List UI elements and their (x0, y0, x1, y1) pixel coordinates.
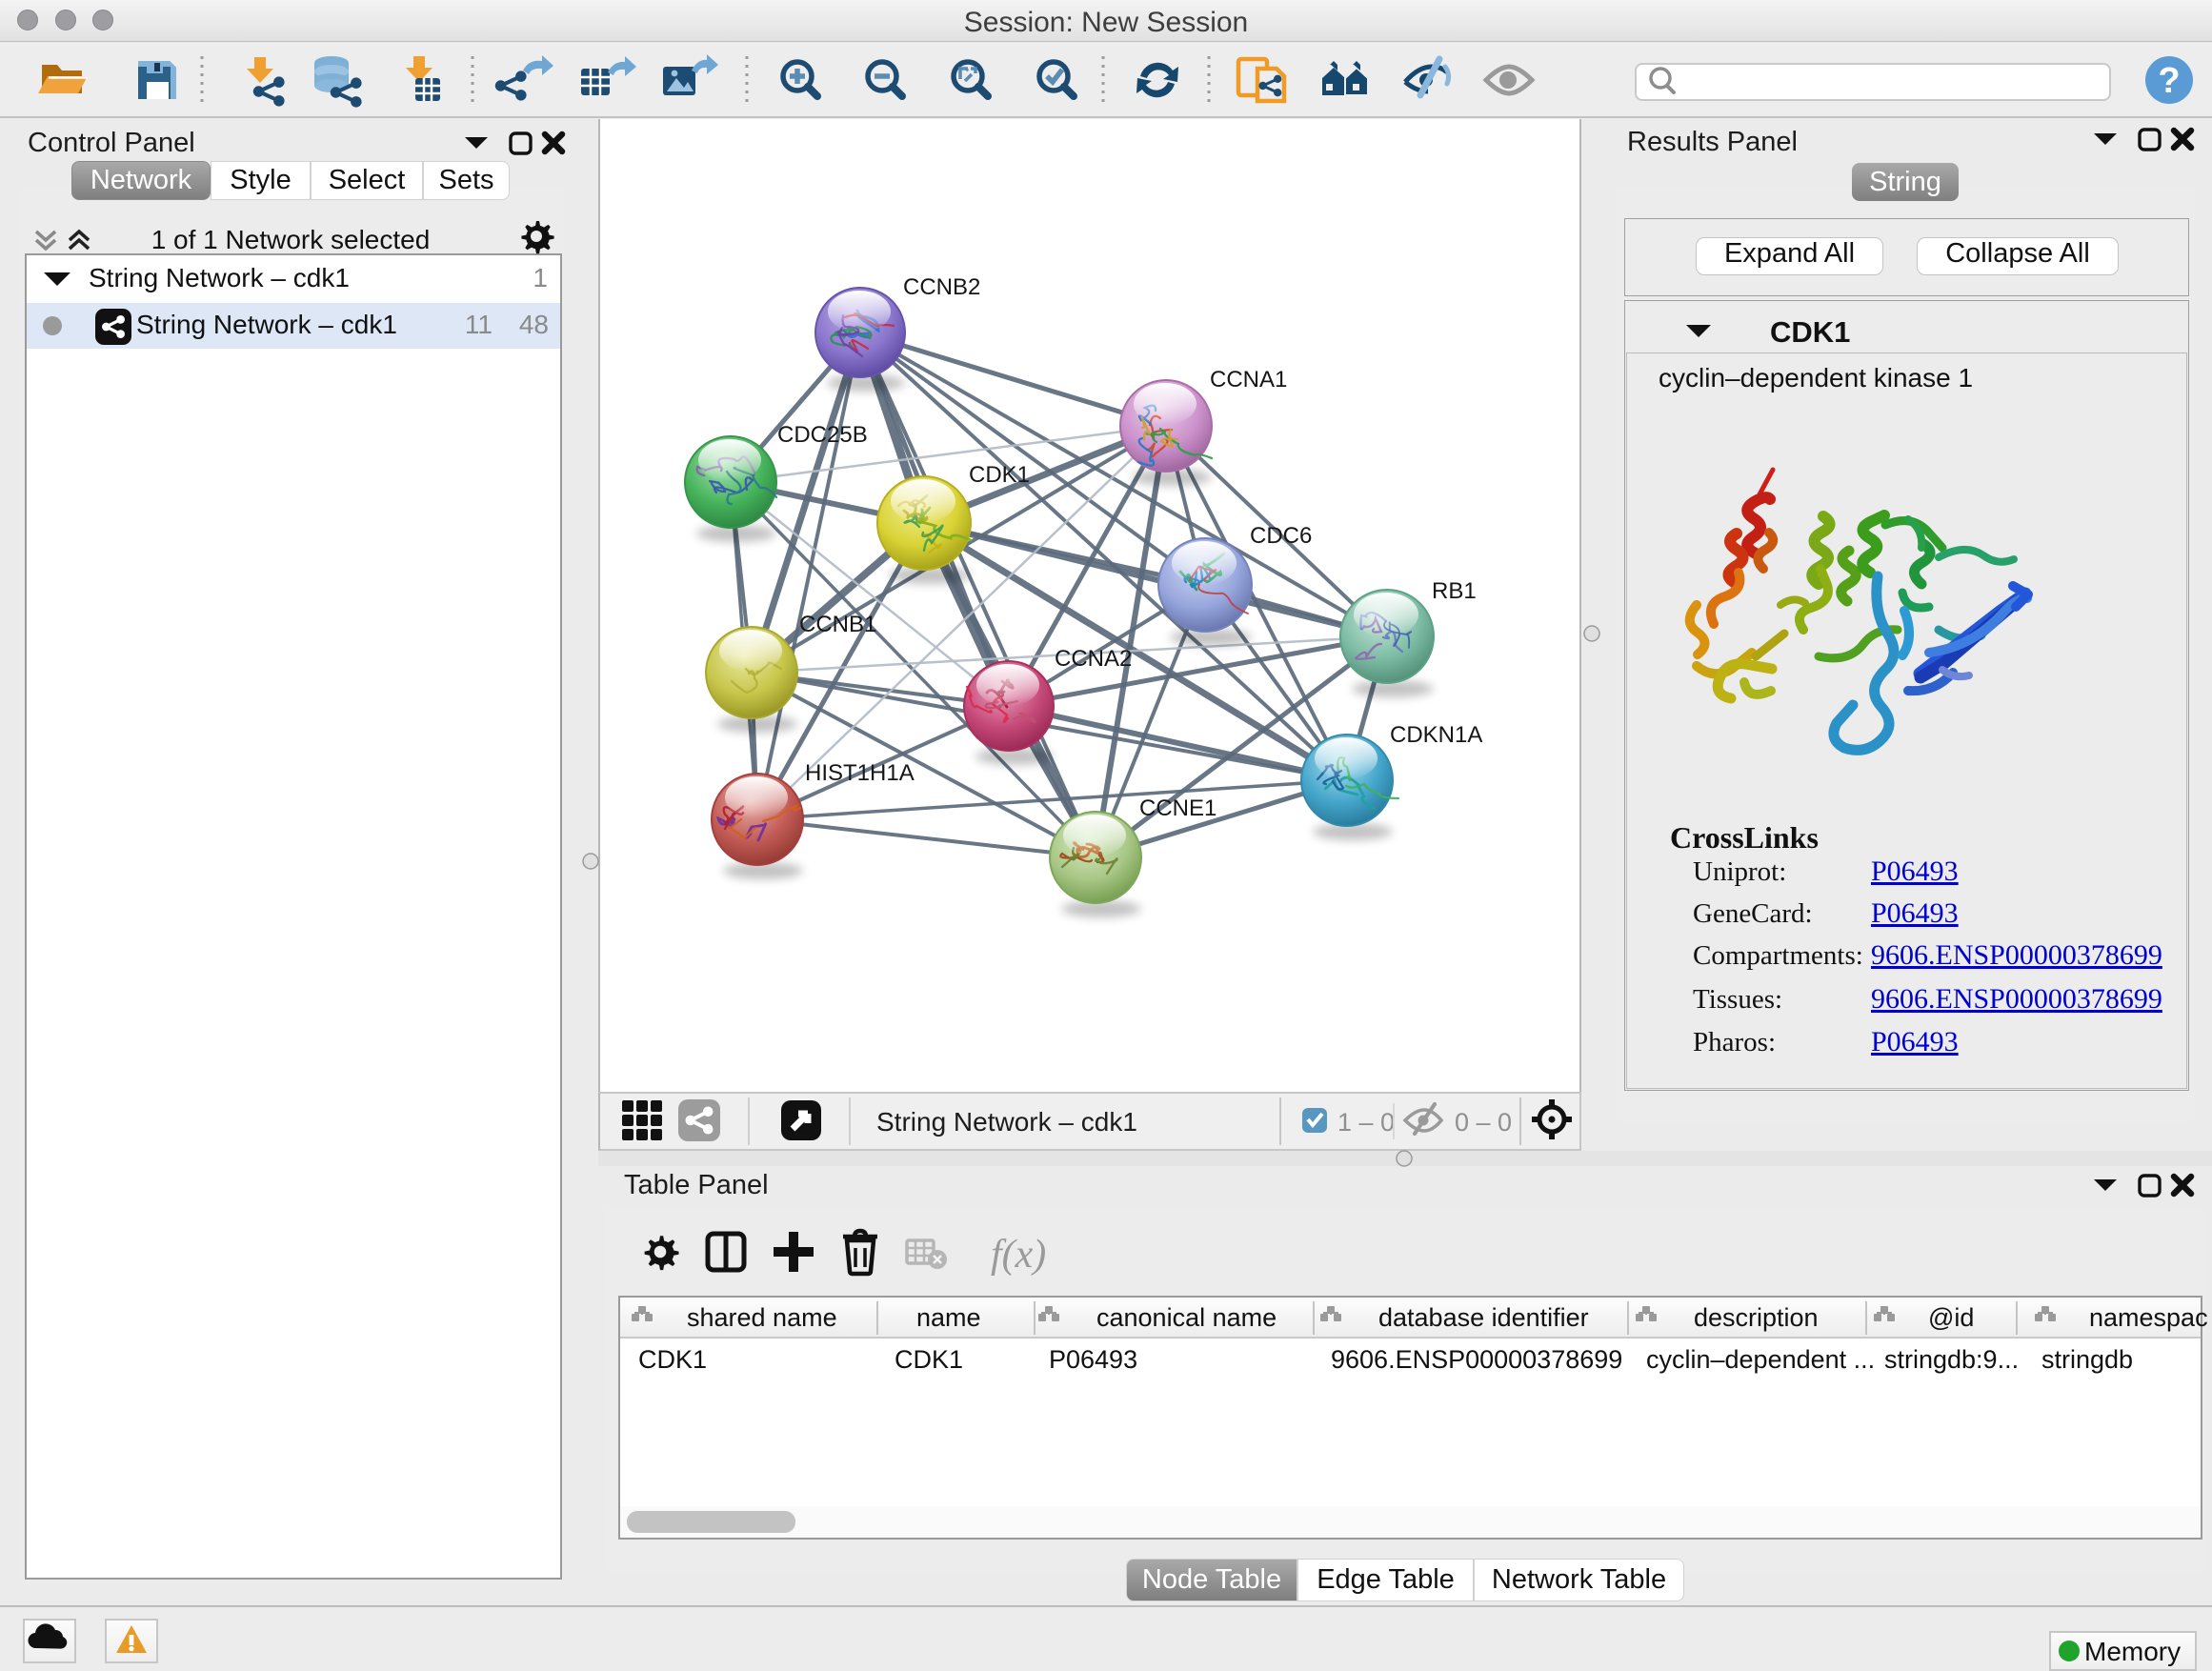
svg-text:f(x): f(x) (991, 1233, 1046, 1277)
